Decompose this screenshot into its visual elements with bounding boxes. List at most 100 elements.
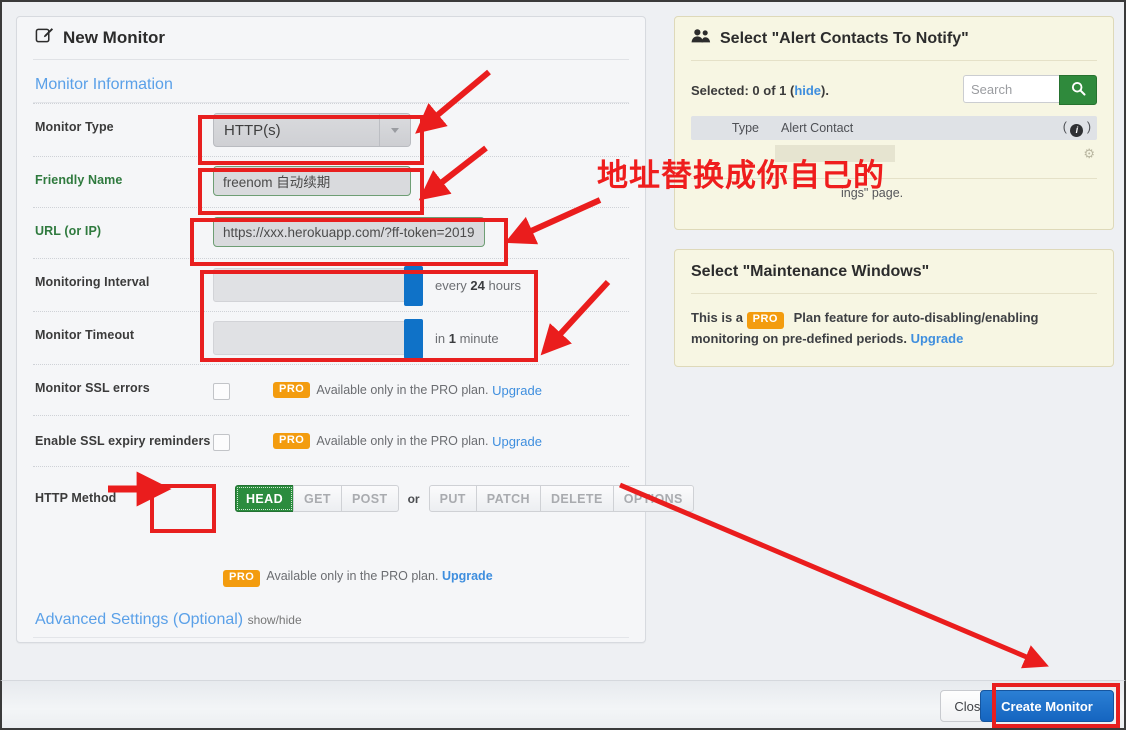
row-url: URL (or IP) https://xxx.herokuapp.com/?f…: [33, 207, 629, 258]
section-heading-monitor-information: Monitor Information: [33, 60, 629, 103]
friendly-name-input[interactable]: freenom 自动续期: [213, 166, 411, 196]
row-monitor-timeout: Monitor Timeout in 1 minute: [33, 311, 629, 364]
label-http-method: HTTP Method: [35, 491, 117, 505]
search-button[interactable]: [1059, 75, 1097, 105]
row-http-method: HTTP Method HEAD GET POST or PUT PATCH D…: [33, 466, 694, 553]
maintenance-windows-title-text: Select "Maintenance Windows": [691, 262, 930, 280]
alert-contacts-search-group: Search: [963, 75, 1097, 105]
upgrade-link[interactable]: Upgrade: [442, 569, 493, 583]
label-monitor-timeout: Monitor Timeout: [35, 328, 135, 342]
timeout-suffix: minute: [455, 330, 499, 346]
monitor-type-select[interactable]: HTTP(s): [213, 113, 411, 147]
maint-text-before: This is a: [691, 310, 747, 325]
field-url: https://xxx.herokuapp.com/?ff-token=2019: [213, 208, 629, 256]
info-icon[interactable]: i: [1070, 123, 1084, 137]
label-monitor-ssl-errors: Monitor SSL errors: [35, 381, 150, 395]
field-friendly-name: freenom 自动续期: [213, 157, 629, 205]
interval-number: 24: [470, 277, 485, 293]
chevron-down-icon[interactable]: [379, 114, 410, 146]
monitor-timeout-slider[interactable]: [213, 319, 423, 359]
monitor-ssl-errors-note: Available only in the PRO plan.: [316, 383, 489, 398]
edit-square-icon: [35, 26, 54, 50]
maintenance-windows-body: This is a PRO Plan feature for auto-disa…: [691, 294, 1097, 349]
panel-title-text: New Monitor: [63, 28, 165, 47]
ssl-expiry-note: Available only in the PRO plan.: [316, 434, 489, 449]
http-method-pro-note: PRO Available only in the PRO plan. Upgra…: [33, 553, 629, 591]
field-monitor-timeout: in 1 minute: [213, 312, 629, 364]
alert-contacts-panel: Select "Alert Contacts To Notify" Select…: [674, 16, 1114, 230]
http-method-get[interactable]: GET: [293, 485, 342, 512]
alert-contacts-table-header: Type Alert Contact ( i ): [691, 116, 1097, 140]
selected-count: Selected: 0 of 1 (hide).: [691, 83, 829, 98]
field-ssl-expiry-reminders: PRO Available only in the PRO plan. Upgr…: [213, 416, 629, 460]
pro-badge: PRO: [223, 570, 261, 587]
hide-link[interactable]: hide: [794, 83, 821, 98]
interval-prefix: every: [435, 277, 471, 293]
field-http-method: HEAD GET POST or PUT PATCH DELETE OPTION…: [213, 467, 694, 521]
http-method-patch[interactable]: PATCH: [475, 485, 541, 512]
label-monitoring-interval: Monitoring Interval: [35, 275, 150, 289]
row-monitoring-interval: Monitoring Interval every 24 hours: [33, 258, 629, 311]
upgrade-link[interactable]: Upgrade: [492, 383, 542, 398]
http-method-options[interactable]: OPTIONS: [612, 485, 694, 512]
slider-handle[interactable]: [404, 319, 423, 359]
monitor-ssl-errors-checkbox[interactable]: [213, 383, 230, 401]
pro-badge: PRO: [746, 312, 784, 329]
advanced-settings-heading[interactable]: Advanced Settings (Optional) show/hide: [33, 591, 629, 638]
monitor-timeout-value: in 1 minute: [435, 331, 499, 346]
monitoring-interval-slider[interactable]: [213, 266, 423, 306]
pro-badge: PRO: [273, 432, 311, 450]
advanced-settings-toggle[interactable]: show/hide: [248, 613, 302, 627]
column-type: Type: [731, 121, 759, 135]
timeout-prefix: in: [435, 330, 449, 346]
field-monitor-type: HTTP(s): [213, 104, 629, 156]
interval-suffix: hours: [484, 277, 522, 293]
gear-icon[interactable]: ⚙: [1083, 146, 1095, 162]
label-url: URL (or IP): [35, 224, 102, 238]
ssl-expiry-reminders-checkbox[interactable]: [213, 434, 230, 452]
maintenance-windows-title: Select "Maintenance Windows": [691, 250, 1097, 294]
users-icon: [691, 28, 711, 49]
field-monitoring-interval: every 24 hours: [213, 259, 629, 311]
http-method-put[interactable]: PUT: [428, 485, 477, 512]
http-method-note-text: Available only in the PRO plan.: [266, 569, 439, 583]
section-heading-text: Monitor Information: [35, 76, 173, 93]
maintenance-windows-panel: Select "Maintenance Windows" This is a P…: [674, 249, 1114, 367]
http-method-head[interactable]: HEAD: [235, 485, 295, 512]
annotation-chinese-note: 地址替换成你自己的: [597, 158, 885, 194]
http-method-delete[interactable]: DELETE: [539, 485, 614, 512]
column-alert-contact: Alert Contact: [781, 121, 854, 135]
column-info[interactable]: ( i ): [1063, 120, 1097, 137]
timeout-number: 1: [448, 330, 456, 346]
url-input[interactable]: https://xxx.herokuapp.com/?ff-token=2019: [213, 217, 485, 247]
selected-count-prefix: Selected: 0 of 1 (: [691, 82, 795, 98]
modal-body: New Monitor Monitor Information Monitor …: [0, 0, 1126, 680]
monitor-type-value: HTTP(s): [224, 121, 281, 139]
create-monitor-button[interactable]: Create Monitor: [980, 690, 1114, 722]
label-monitor-type: Monitor Type: [35, 120, 114, 134]
panel-title: New Monitor: [33, 17, 629, 60]
advanced-settings-title: Advanced Settings (Optional): [35, 610, 244, 628]
http-method-post[interactable]: POST: [340, 485, 399, 512]
search-input[interactable]: Search: [963, 75, 1059, 103]
http-method-separator: or: [407, 491, 420, 506]
pro-badge: PRO: [273, 381, 311, 399]
new-monitor-panel: New Monitor Monitor Information Monitor …: [16, 16, 694, 643]
upgrade-link[interactable]: Upgrade: [911, 331, 964, 346]
modal-footer: Close Create Monitor: [0, 680, 1126, 730]
app-root: New Monitor Monitor Information Monitor …: [0, 0, 1126, 730]
row-friendly-name: Friendly Name freenom 自动续期: [33, 156, 629, 207]
label-ssl-expiry-reminders: Enable SSL expiry reminders: [35, 434, 211, 448]
slider-handle[interactable]: [404, 266, 423, 306]
upgrade-link[interactable]: Upgrade: [492, 434, 542, 449]
field-monitor-ssl-errors: PRO Available only in the PRO plan. Upgr…: [213, 365, 629, 409]
selected-count-suffix: ).: [821, 82, 829, 98]
monitoring-interval-value: every 24 hours: [435, 278, 521, 293]
alert-contacts-title-text: Select "Alert Contacts To Notify": [720, 29, 969, 47]
row-monitor-type: Monitor Type HTTP(s): [33, 103, 629, 156]
row-monitor-ssl-errors: Monitor SSL errors PRO Available only in…: [33, 364, 629, 415]
row-ssl-expiry-reminders: Enable SSL expiry reminders PRO Availabl…: [33, 415, 629, 466]
alert-contacts-title: Select "Alert Contacts To Notify": [691, 17, 1097, 61]
magnifier-icon: [1071, 81, 1086, 99]
label-friendly-name: Friendly Name: [35, 173, 123, 187]
